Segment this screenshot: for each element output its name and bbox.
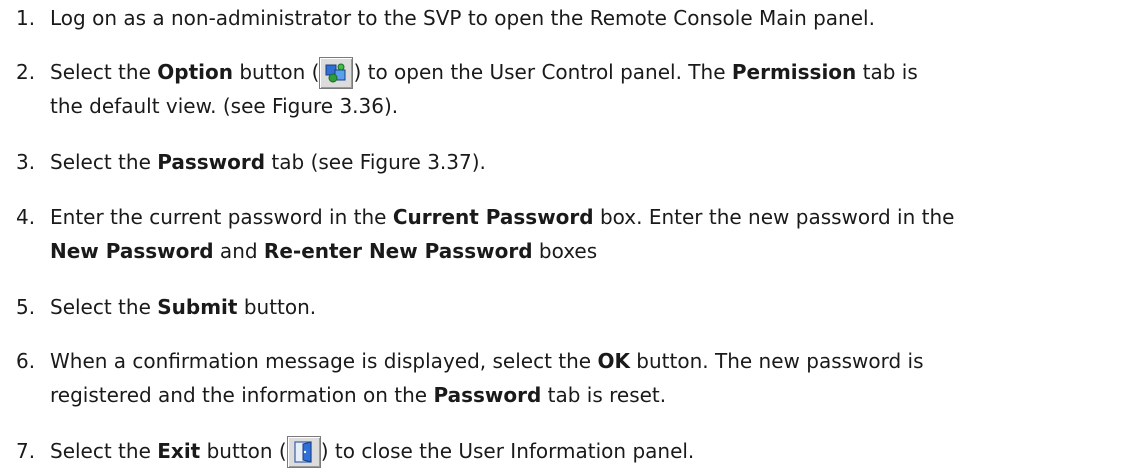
step-number: 7. [16,439,36,463]
exit-label: Exit [157,439,201,463]
ok-label: OK [597,349,630,373]
password-tab-label: Password [433,383,542,407]
procedure-steps: 1. Log on as a non-administrator to the … [0,0,1132,468]
exit-door-icon [286,435,321,468]
step-number: 3. [16,150,36,174]
submit-label: Submit [157,295,238,319]
step-text: Log on as a non-administrator to the SVP… [50,6,875,30]
reenter-password-label: Re-enter New Password [263,239,533,263]
step-text: When a confirmation message is displayed… [50,349,924,407]
step-text: Select the Exit button () to close the U… [50,434,1130,468]
current-password-label: Current Password [392,205,594,229]
password-label: Password [157,150,266,174]
step-number: 4. [16,205,36,229]
permission-label: Permission [731,60,857,84]
step-number: 2. [16,60,36,84]
step-number: 1. [16,6,36,30]
option-label: Option [157,60,233,84]
option-network-icon [319,56,354,89]
step-text: Select the Password tab (see Figure 3.37… [50,150,486,174]
step-number: 5. [16,295,36,319]
step-text: Select the Submit button. [50,295,317,319]
new-password-label: New Password [50,239,214,263]
step-number: 6. [16,349,36,373]
step-text: Select the Option button () to open the … [50,55,1130,123]
step-text: Enter the current password in the Curren… [50,205,955,263]
